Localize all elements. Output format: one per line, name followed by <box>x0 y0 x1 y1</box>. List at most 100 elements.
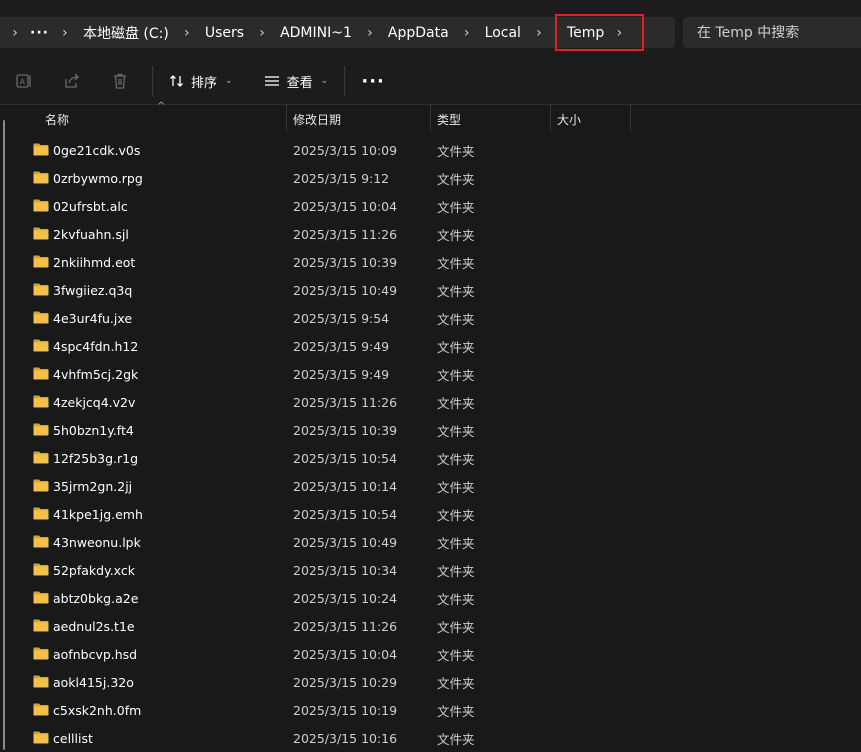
chevron-right-icon[interactable]: › <box>0 25 30 41</box>
more-options-button[interactable]: ··· <box>353 65 393 97</box>
table-row[interactable]: 2nkiihmd.eot 2025/3/15 10:39 文件夹 <box>0 248 861 276</box>
breadcrumb-appdata[interactable]: AppData <box>384 25 453 41</box>
file-date-modified: 2025/3/15 10:54 <box>293 450 398 466</box>
sort-button[interactable]: 排序 ⌄ <box>161 65 241 97</box>
column-type[interactable]: 类型 <box>437 105 461 133</box>
table-row[interactable]: 3fwgiiez.q3q 2025/3/15 10:49 文件夹 <box>0 276 861 304</box>
table-row[interactable]: 4spc4fdn.h12 2025/3/15 9:49 文件夹 <box>0 332 861 360</box>
breadcrumb-local[interactable]: Local <box>481 25 525 41</box>
file-type: 文件夹 <box>437 451 475 467</box>
folder-icon <box>33 591 49 604</box>
column-divider[interactable] <box>630 105 631 131</box>
file-type: 文件夹 <box>437 479 475 495</box>
file-type: 文件夹 <box>437 563 475 579</box>
folder-icon <box>33 395 49 408</box>
breadcrumb-drive[interactable]: 本地磁盘 (C:) <box>79 23 173 43</box>
file-name: aokl415j.32o <box>53 674 134 690</box>
column-size[interactable]: 大小 <box>557 105 581 133</box>
file-type: 文件夹 <box>437 171 475 187</box>
file-type: 文件夹 <box>437 395 475 411</box>
chevron-right-icon[interactable]: › <box>604 25 634 41</box>
file-name: 43nweonu.lpk <box>53 534 141 550</box>
column-date-modified[interactable]: 修改日期 <box>293 105 341 133</box>
file-type: 文件夹 <box>437 535 475 551</box>
table-row[interactable]: aokl415j.32o 2025/3/15 10:29 文件夹 <box>0 668 861 696</box>
search-box[interactable] <box>683 17 861 48</box>
folder-icon <box>33 703 49 716</box>
file-type: 文件夹 <box>437 731 475 747</box>
file-type: 文件夹 <box>437 255 475 271</box>
delete-button[interactable] <box>96 65 144 97</box>
breadcrumb-temp[interactable]: Temp <box>567 25 604 41</box>
table-row[interactable]: 5h0bzn1y.ft4 2025/3/15 10:39 文件夹 <box>0 416 861 444</box>
table-row[interactable]: 4zekjcq4.v2v 2025/3/15 11:26 文件夹 <box>0 388 861 416</box>
table-row[interactable]: aofnbcvp.hsd 2025/3/15 10:04 文件夹 <box>0 640 861 668</box>
table-row[interactable]: 0zrbywmo.rpg 2025/3/15 9:12 文件夹 <box>0 164 861 192</box>
table-row[interactable]: 35jrm2gn.2jj 2025/3/15 10:14 文件夹 <box>0 472 861 500</box>
command-bar: A 排序 ⌄ 查看 ⌄ ··· <box>0 58 861 105</box>
file-type: 文件夹 <box>437 507 475 523</box>
table-row[interactable]: c5xsk2nh.0fm 2025/3/15 10:19 文件夹 <box>0 696 861 724</box>
file-type: 文件夹 <box>437 227 475 243</box>
file-type: 文件夹 <box>437 339 475 355</box>
file-type: 文件夹 <box>437 423 475 439</box>
ai-rename-icon: A <box>16 74 31 88</box>
file-date-modified: 2025/3/15 10:49 <box>293 282 398 298</box>
column-name[interactable]: 名称 <box>45 105 69 133</box>
folder-icon <box>33 199 49 212</box>
file-rows: 0ge21cdk.v0s 2025/3/15 10:09 文件夹 0zrbywmo.r… <box>0 136 861 752</box>
chevron-right-icon[interactable]: › <box>453 25 481 41</box>
toolbar-divider <box>152 66 153 96</box>
chevron-right-icon[interactable]: › <box>525 25 553 41</box>
file-name: 3fwgiiez.q3q <box>53 282 133 298</box>
breadcrumb-users[interactable]: Users <box>201 25 248 41</box>
file-type: 文件夹 <box>437 311 475 327</box>
share-button[interactable] <box>48 65 96 97</box>
chevron-right-icon[interactable]: › <box>51 25 79 41</box>
table-row[interactable]: 0ge21cdk.v0s 2025/3/15 10:09 文件夹 <box>0 136 861 164</box>
file-type: 文件夹 <box>437 367 475 383</box>
file-date-modified: 2025/3/15 11:26 <box>293 394 398 410</box>
folder-icon <box>33 563 49 576</box>
file-date-modified: 2025/3/15 10:16 <box>293 730 398 746</box>
chevron-right-icon[interactable]: › <box>356 25 384 41</box>
column-divider[interactable] <box>430 105 431 131</box>
file-name: celllist <box>53 730 93 746</box>
folder-icon <box>33 255 49 268</box>
file-date-modified: 2025/3/15 10:04 <box>293 198 398 214</box>
view-button[interactable]: 查看 ⌄ <box>255 65 337 97</box>
file-date-modified: 2025/3/15 10:14 <box>293 478 398 494</box>
folder-icon <box>33 339 49 352</box>
folder-icon <box>33 675 49 688</box>
table-row[interactable]: 4e3ur4fu.jxe 2025/3/15 9:54 文件夹 <box>0 304 861 332</box>
table-row[interactable]: abtz0bkg.a2e 2025/3/15 10:24 文件夹 <box>0 584 861 612</box>
table-row[interactable]: 43nweonu.lpk 2025/3/15 10:49 文件夹 <box>0 528 861 556</box>
file-name: 02ufrsbt.alc <box>53 198 128 214</box>
folder-icon <box>33 367 49 380</box>
address-bar[interactable]: › ··· › 本地磁盘 (C:) › Users › ADMINI~1 › A… <box>0 14 675 51</box>
column-divider[interactable] <box>550 105 551 131</box>
chevron-right-icon[interactable]: › <box>248 25 276 41</box>
breadcrumb-overflow[interactable]: ··· <box>30 25 51 41</box>
table-row[interactable]: 41kpe1jg.emh 2025/3/15 10:54 文件夹 <box>0 500 861 528</box>
breadcrumb-admin[interactable]: ADMINI~1 <box>276 25 356 41</box>
column-header: ^ 名称 修改日期 类型 大小 <box>0 101 861 133</box>
table-row[interactable]: aednul2s.t1e 2025/3/15 11:26 文件夹 <box>0 612 861 640</box>
chevron-down-icon: ⌄ <box>320 76 329 86</box>
table-row[interactable]: 52pfakdy.xck 2025/3/15 10:34 文件夹 <box>0 556 861 584</box>
table-row[interactable]: 02ufrsbt.alc 2025/3/15 10:04 文件夹 <box>0 192 861 220</box>
table-row[interactable]: 2kvfuahn.sjl 2025/3/15 11:26 文件夹 <box>0 220 861 248</box>
table-row[interactable]: 4vhfm5cj.2gk 2025/3/15 9:49 文件夹 <box>0 360 861 388</box>
file-name: 12f25b3g.r1g <box>53 450 139 466</box>
folder-icon <box>33 143 49 156</box>
file-name: 35jrm2gn.2jj <box>53 478 133 494</box>
chevron-right-icon[interactable]: › <box>173 25 201 41</box>
file-name: aofnbcvp.hsd <box>53 646 138 662</box>
ai-rename-button[interactable]: A <box>0 65 48 97</box>
search-input[interactable] <box>697 24 857 41</box>
file-date-modified: 2025/3/15 10:29 <box>293 674 398 690</box>
file-type: 文件夹 <box>437 143 475 159</box>
table-row[interactable]: 12f25b3g.r1g 2025/3/15 10:54 文件夹 <box>0 444 861 472</box>
file-type: 文件夹 <box>437 647 475 663</box>
column-divider[interactable] <box>286 105 287 131</box>
